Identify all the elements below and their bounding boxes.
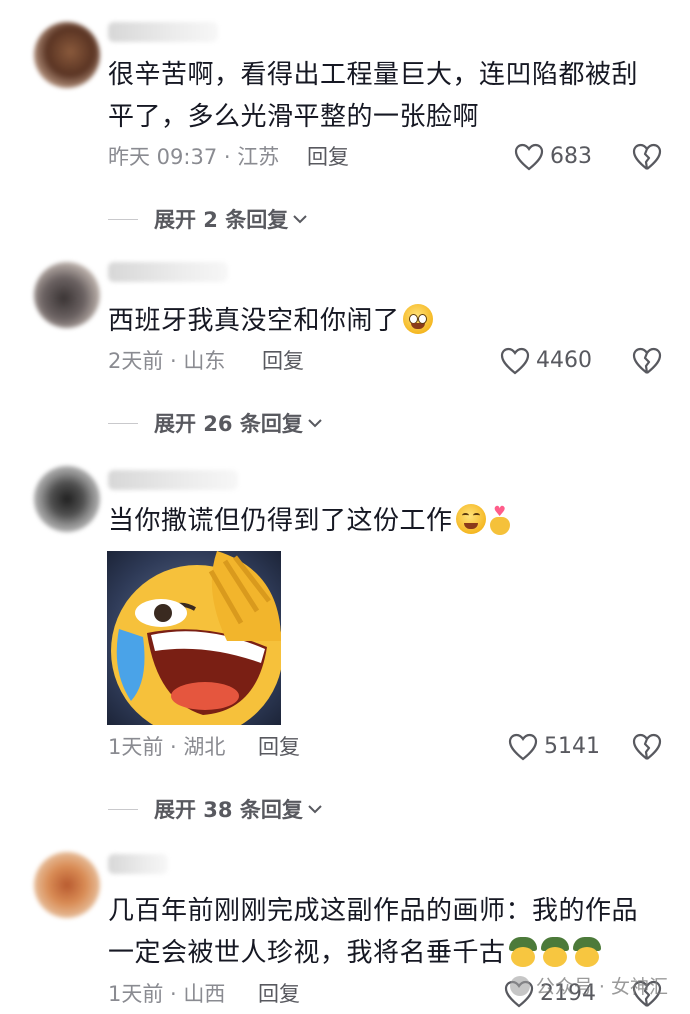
- reply-button[interactable]: 回复: [258, 733, 300, 761]
- comment-meta: 1天前 · 山西: [108, 982, 226, 1006]
- heart-outline-icon: [508, 733, 538, 761]
- like-button[interactable]: 4460: [500, 347, 592, 375]
- comment-text: 几百年前刚刚完成这副作品的画师：我的作品一定会被世人珍视，我将名垂千古: [108, 890, 648, 974]
- avatar[interactable]: [34, 22, 100, 88]
- comment-text: 很辛苦啊，看得出工程量巨大，连凹陷都被刮平了，多么光滑平整的一张脸啊: [108, 60, 639, 132]
- dislike-button[interactable]: [632, 143, 662, 175]
- expand-replies[interactable]: 展开 38 条回复: [108, 794, 323, 824]
- expand-replies[interactable]: 展开 26 条回复: [108, 408, 323, 438]
- like-count: 4460: [536, 348, 592, 373]
- watermark-text: 公众号 · 女神汇: [535, 976, 668, 998]
- comment-text-content: 西班牙我真没空和你闹了: [108, 306, 400, 336]
- divider-line: [108, 808, 138, 810]
- divider-line: [108, 422, 138, 424]
- soldier-emoji-icon: [508, 937, 538, 967]
- comment-meta: 1天前 · 湖北: [108, 735, 226, 759]
- smiley-emoji-icon: [402, 304, 433, 334]
- expand-label: 展开 26 条回复: [154, 412, 303, 436]
- avatar[interactable]: [34, 852, 100, 918]
- username-blurred[interactable]: [108, 470, 238, 490]
- like-button[interactable]: 683: [514, 143, 592, 171]
- expand-replies[interactable]: 展开 2 条回复: [108, 204, 308, 234]
- comment-text: 当你撒谎但仍得到了这份工作 ♥: [108, 500, 648, 542]
- heart-outline-icon: [500, 347, 530, 375]
- chevron-down-icon: [308, 805, 322, 814]
- comment-meta: 2天前 · 山东: [108, 349, 226, 373]
- dislike-button[interactable]: [632, 347, 662, 379]
- like-count: 683: [550, 144, 592, 169]
- divider-line: [108, 218, 138, 220]
- chevron-down-icon: [293, 215, 307, 224]
- comment-text: 西班牙我真没空和你闹了: [108, 300, 648, 342]
- expand-label: 展开 2 条回复: [154, 208, 289, 232]
- like-count: 5141: [544, 734, 600, 759]
- soldier-emoji-icon: [572, 937, 602, 967]
- broken-heart-icon: [632, 347, 662, 374]
- comment-text-content: 当你撒谎但仍得到了这份工作: [108, 506, 453, 536]
- soldier-emoji-icon: [540, 937, 570, 967]
- watermark: 公众号 · 女神汇: [509, 972, 668, 999]
- username-blurred[interactable]: [108, 262, 228, 282]
- broken-heart-icon: [632, 143, 662, 170]
- laughing-crying-emoji-sticker: [111, 551, 281, 725]
- heart-outline-icon: [514, 143, 544, 171]
- dislike-button[interactable]: [632, 733, 662, 765]
- wechat-logo-icon: [509, 975, 530, 996]
- reply-button[interactable]: 回复: [307, 143, 349, 171]
- chevron-down-icon: [308, 419, 322, 428]
- comment-meta: 昨天 09:37 · 江苏: [108, 145, 280, 169]
- grinning-sweat-emoji-icon: [455, 504, 486, 534]
- reply-button[interactable]: 回复: [262, 347, 304, 375]
- comment-image[interactable]: [107, 551, 281, 725]
- like-button[interactable]: 5141: [508, 733, 600, 761]
- username-blurred[interactable]: [108, 22, 218, 42]
- avatar[interactable]: [34, 262, 100, 328]
- finger-heart-emoji-icon: ♥: [488, 505, 514, 535]
- broken-heart-icon: [632, 733, 662, 760]
- reply-button[interactable]: 回复: [258, 980, 300, 1008]
- expand-label: 展开 38 条回复: [154, 798, 303, 822]
- avatar[interactable]: [34, 466, 100, 532]
- username-blurred[interactable]: [108, 854, 168, 874]
